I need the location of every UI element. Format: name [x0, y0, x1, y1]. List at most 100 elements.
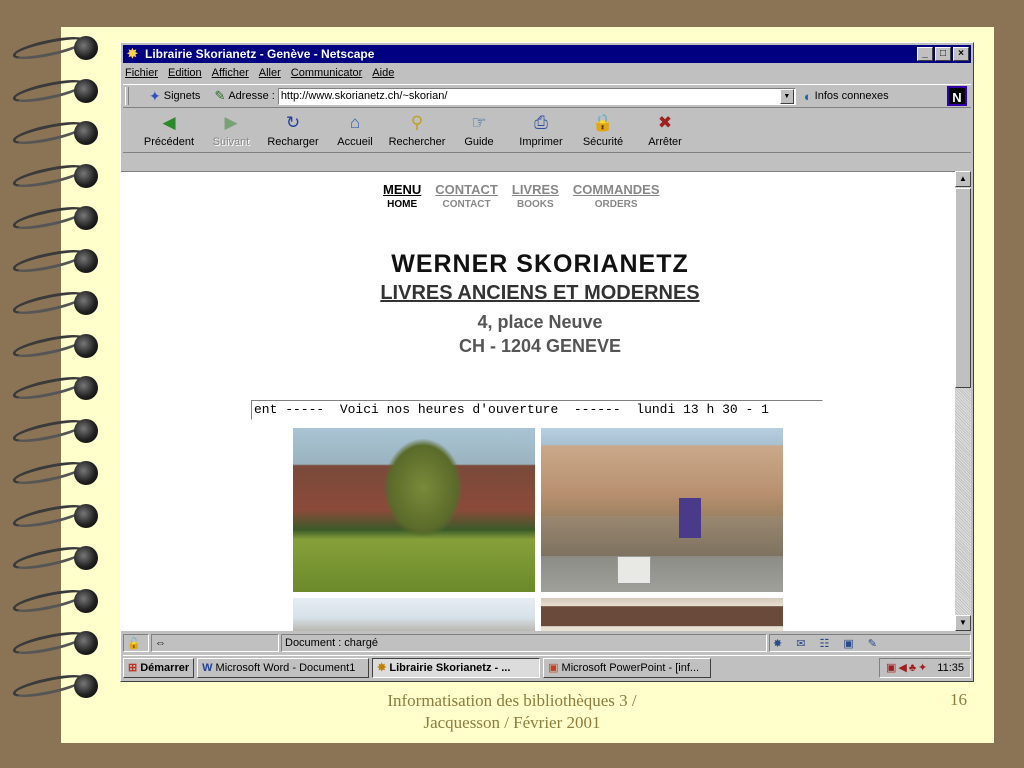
lock-button[interactable]: 🔒 Sécurité [573, 113, 633, 148]
address-label: Adresse : [228, 90, 275, 102]
menu-fichier[interactable]: Fichier [125, 67, 158, 79]
scroll-thumb[interactable] [955, 188, 971, 388]
stop-button[interactable]: ✖ Arrêter [635, 113, 695, 148]
powerpoint-icon: ▣ [548, 662, 559, 674]
footer-line-2: Jacquesson / Février 2001 [423, 713, 601, 732]
print-icon: ⎙ [534, 113, 548, 132]
task-netscape[interactable]: ✸ Librairie Skorianetz - ... [372, 657, 541, 678]
spiral-ring [11, 115, 102, 149]
toolbar-label: Arrêter [648, 136, 682, 148]
spiral-binding [0, 30, 110, 730]
menu-edition[interactable]: Edition [168, 67, 202, 79]
title-bar[interactable]: ✸ Librairie Skorianetz - Genève - Netsca… [123, 45, 971, 63]
related-label: Infos connexes [814, 90, 889, 102]
related-links-button[interactable]: ◐ Infos connexes [804, 89, 889, 104]
netscape-n-logo-icon[interactable]: N [947, 86, 967, 106]
bookmarks-button[interactable]: ✦ Signets [149, 88, 200, 105]
word-icon: W [202, 661, 213, 674]
maximize-button[interactable]: □ [935, 47, 951, 61]
browser-window: ✸ Librairie Skorianetz - Genève - Netsca… [120, 42, 974, 682]
spiral-ring [11, 540, 102, 574]
toolbar-label: Imprimer [519, 136, 563, 148]
tray-icons[interactable]: ▣◀♣✦ [886, 661, 929, 674]
reload-button[interactable]: ↻ Recharger [263, 113, 323, 148]
vertical-scrollbar[interactable]: ▲ ▼ [955, 171, 971, 631]
online-status-icon[interactable]: ⇔ [151, 634, 279, 652]
site-nav-item[interactable]: CONTACT CONTACT [435, 182, 498, 210]
site-nav-label[interactable]: MENU [383, 182, 421, 197]
toolbar-label: Recharger [267, 136, 319, 148]
site-nav-label[interactable]: COMMANDES [573, 182, 660, 197]
menu-afficher[interactable]: Afficher [212, 67, 249, 79]
windows-taskbar: ⊞ Démarrer W Microsoft Word - Document1 … [123, 655, 971, 679]
site-nav-sublabel: CONTACT [442, 199, 491, 210]
netscape-logo-icon: ✸ [127, 46, 138, 61]
menu-communicator[interactable]: Communicator [291, 67, 363, 79]
menu-aide[interactable]: Aide [372, 67, 394, 79]
start-label: Démarrer [140, 661, 190, 674]
footer-line-1: Informatisation des bibliothèques 3 / [387, 691, 637, 710]
toolbar-grip[interactable] [125, 87, 129, 105]
composer-icon[interactable]: ▣ [843, 637, 853, 650]
spiral-ring [11, 328, 102, 362]
search-button[interactable]: ⚲ Rechercher [387, 113, 447, 148]
site-nav-item[interactable]: COMMANDES ORDERS [573, 182, 660, 210]
spiral-ring [11, 625, 102, 659]
scroll-down-button[interactable]: ▼ [955, 615, 971, 631]
site-subtitle: LIVRES ANCIENS ET MODERNES [380, 282, 700, 304]
spiral-ring [11, 200, 102, 234]
start-button[interactable]: ⊞ Démarrer [123, 657, 195, 678]
edit-icon[interactable]: ✎ [868, 637, 877, 650]
security-status-icon[interactable]: 🔓 [123, 634, 149, 652]
minimize-button[interactable]: _ [917, 47, 933, 61]
opening-hours-marquee: ent ----- Voici nos heures d'ouverture -… [251, 400, 823, 420]
spiral-ring [11, 413, 102, 447]
url-input[interactable]: http://www.skorianetz.ch/~skorian/ [277, 87, 796, 105]
task-powerpoint[interactable]: ▣ Microsoft PowerPoint - [inf... [543, 657, 712, 678]
address-line-1: 4, place Neuve [477, 312, 603, 332]
print-button[interactable]: ⎙ Imprimer [511, 113, 571, 148]
guide-button[interactable]: ☞ Guide [449, 113, 509, 148]
task-netscape-label: Librairie Skorianetz - ... [389, 661, 511, 674]
page-number: 16 [950, 690, 967, 709]
back-button[interactable]: ◀ Précédent [139, 113, 199, 148]
location-icon: ✎ [214, 88, 226, 103]
system-tray: ▣◀♣✦ 11:35 [878, 657, 971, 678]
url-dropdown-button[interactable]: ▼ [779, 88, 794, 104]
status-text: Document : chargé [281, 634, 767, 652]
spiral-ring [11, 30, 102, 64]
toolbar-label: Accueil [337, 136, 373, 148]
related-icon: ◐ [803, 88, 812, 104]
scroll-up-button[interactable]: ▲ [955, 171, 971, 187]
page-content: MENU HOME CONTACT CONTACT LIVRES BOOKS COMMAND… [121, 171, 959, 631]
windows-logo-icon: ⊞ [128, 662, 138, 674]
site-nav-item[interactable]: MENU HOME [383, 182, 421, 210]
forward-button[interactable]: ▶ Suivant [201, 113, 261, 148]
home-icon: ⌂ [349, 113, 361, 132]
newsgroups-icon[interactable]: ☷ [819, 637, 829, 650]
task-word[interactable]: W Microsoft Word - Document1 [197, 657, 370, 678]
search-icon: ⚲ [410, 113, 424, 132]
site-name: WERNER SKORIANETZ [391, 250, 689, 278]
spiral-ring [11, 285, 102, 319]
close-button[interactable]: × [953, 47, 969, 61]
spiral-ring [11, 73, 102, 107]
clock: 11:35 [937, 661, 964, 674]
bookmark-icon: ✦ [149, 87, 161, 104]
navigator-icon[interactable]: ✸ [773, 637, 782, 650]
lock-icon: 🔒 [592, 113, 614, 132]
menu-aller[interactable]: Aller [259, 67, 281, 79]
home-button[interactable]: ⌂ Accueil [325, 113, 385, 148]
spiral-ring [11, 498, 102, 532]
task-powerpoint-label: Microsoft PowerPoint - [inf... [561, 661, 700, 674]
site-nav-label[interactable]: CONTACT [435, 182, 498, 197]
site-nav-sublabel: ORDERS [594, 199, 638, 210]
site-nav-label[interactable]: LIVRES [512, 182, 559, 197]
site-nav-item[interactable]: LIVRES BOOKS [512, 182, 559, 210]
menu-bar: Fichier Edition Afficher Aller Communica… [123, 64, 971, 82]
spiral-ring [11, 370, 102, 404]
toolbar-label: Guide [464, 136, 494, 148]
toolbar-label: Rechercher [388, 136, 446, 148]
photo-park-building [293, 428, 535, 592]
mail-icon[interactable]: ✉ [796, 637, 805, 650]
